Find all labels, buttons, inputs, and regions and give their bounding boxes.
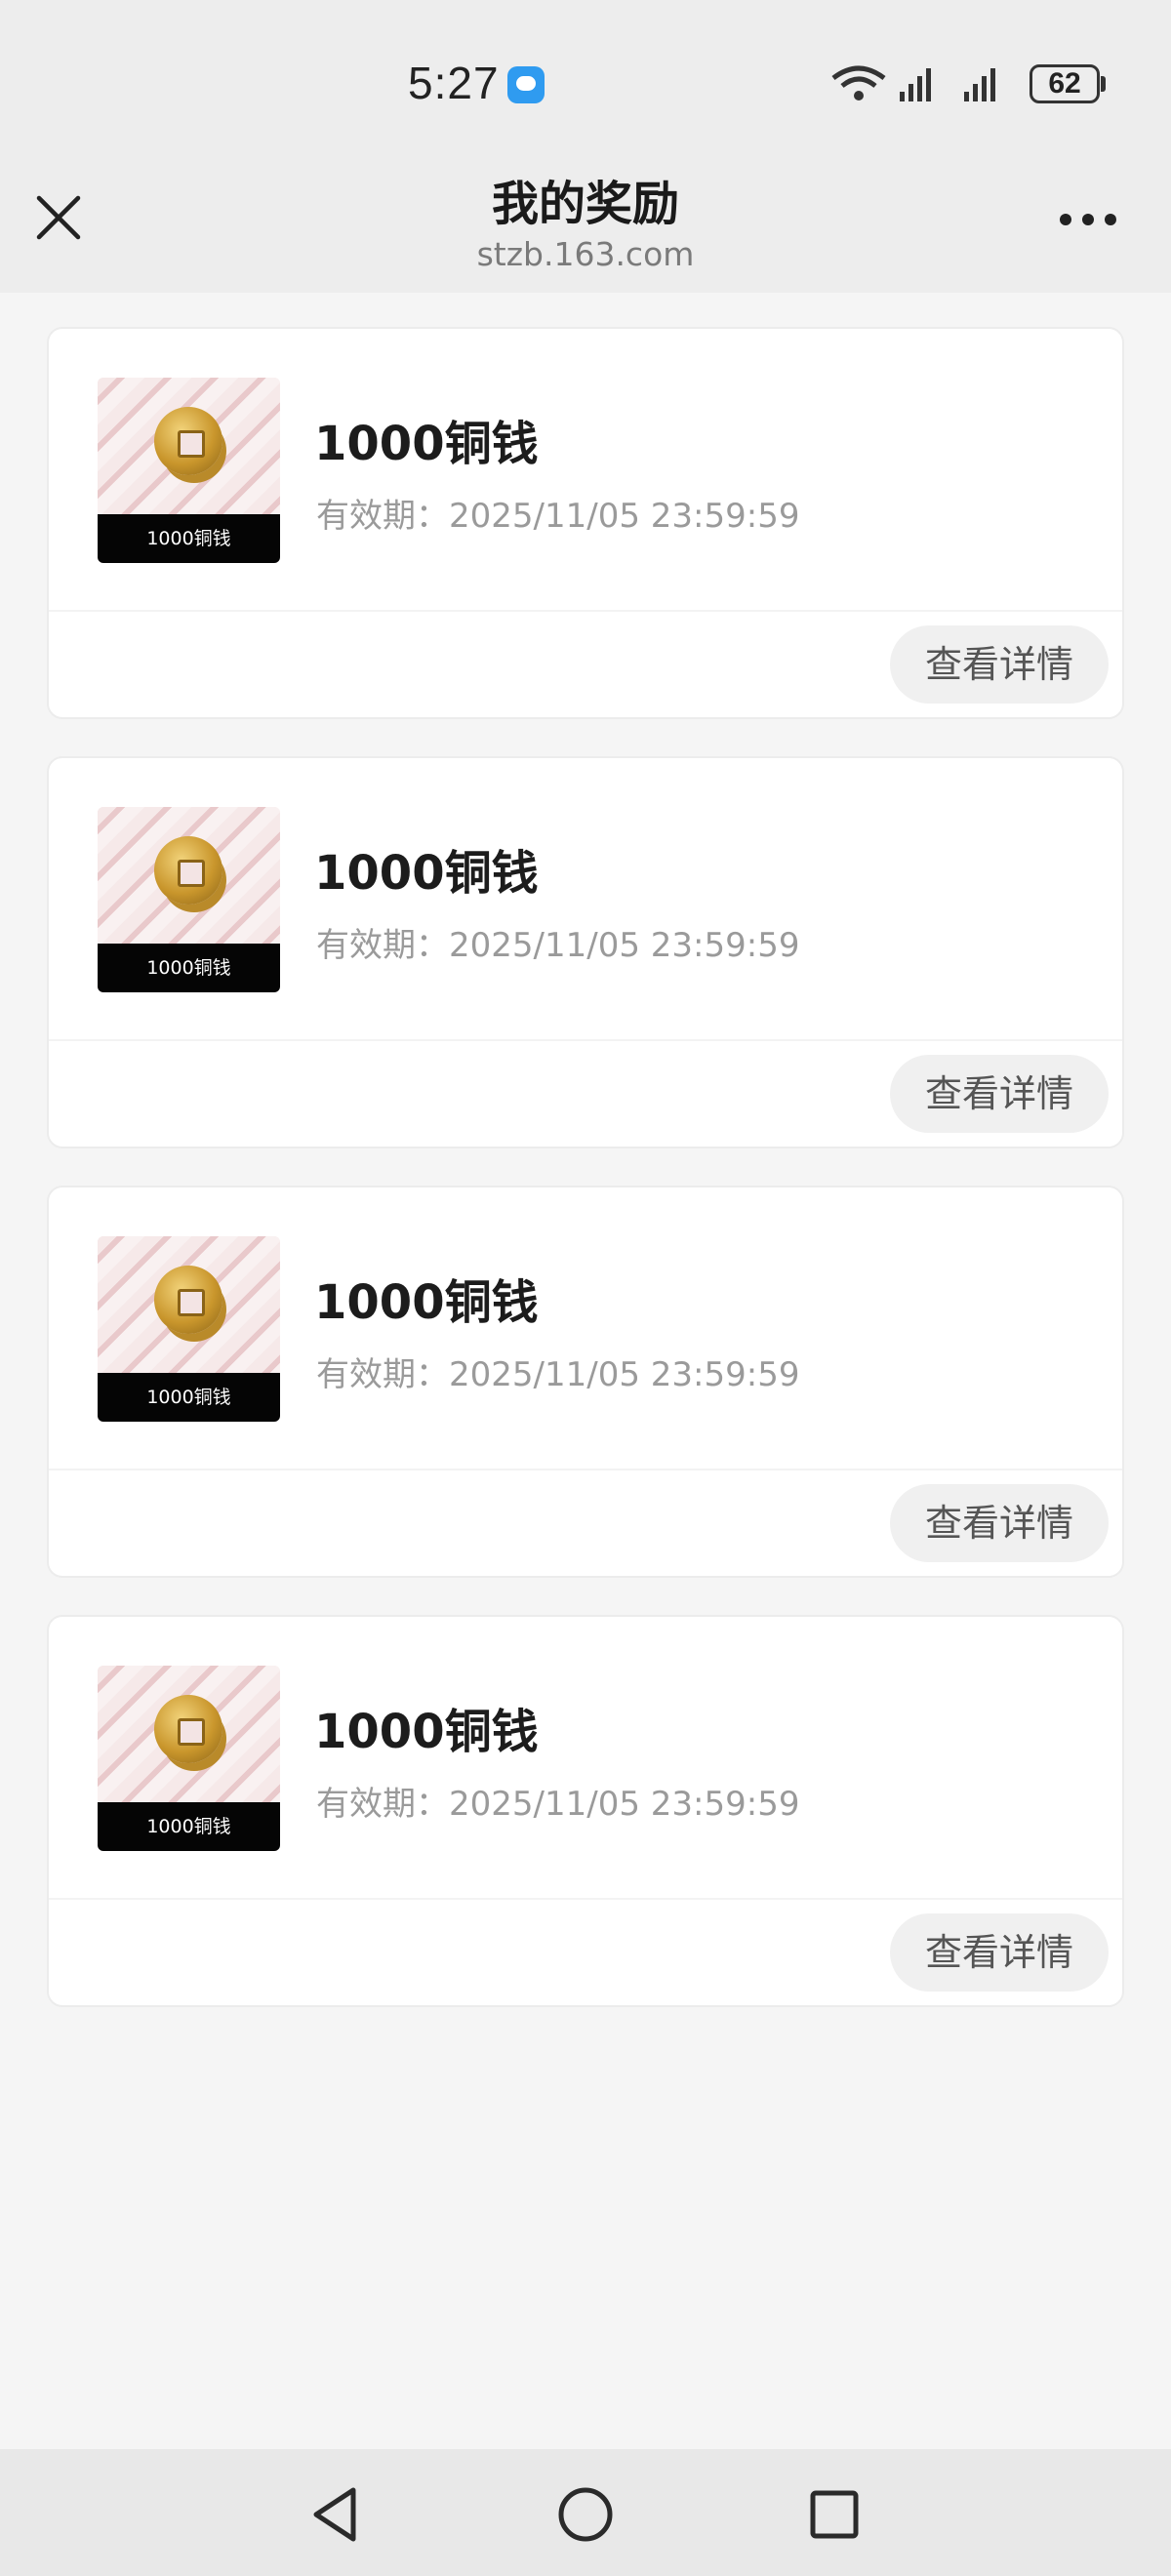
reward-title: 1000铜钱 (314, 1705, 539, 1759)
signal-icons (831, 65, 995, 101)
more-dot (1105, 214, 1116, 225)
reward-thumbnail: 1000铜钱 (98, 807, 280, 992)
card-divider (49, 610, 1122, 612)
reward-expiry: 有效期：2025/11/05 23:59:59 (316, 1355, 800, 1394)
recents-icon[interactable] (800, 2480, 868, 2549)
status-time: 5:27 (408, 58, 500, 108)
message-icon (507, 66, 545, 103)
system-nav-bar (0, 2449, 1171, 2576)
nav-header: 我的奖励 stzb.163.com (0, 161, 1171, 293)
battery-tip (1101, 76, 1106, 92)
wifi-icon (831, 65, 886, 101)
view-details-button[interactable]: 查看详情 (890, 625, 1109, 704)
reward-card: 1000铜钱 1000铜钱 有效期：2025/11/05 23:59:59 查看… (47, 1186, 1124, 1578)
signal-4g-icon (900, 68, 931, 101)
reward-expiry: 有效期：2025/11/05 23:59:59 (316, 926, 800, 965)
card-divider (49, 1039, 1122, 1041)
thumbnail-label: 1000铜钱 (98, 1802, 280, 1851)
home-icon[interactable] (551, 2480, 620, 2549)
view-details-button[interactable]: 查看详情 (890, 1913, 1109, 1992)
thumbnail-label: 1000铜钱 (98, 514, 280, 563)
thumbnail-label: 1000铜钱 (98, 1373, 280, 1422)
page-title: 我的奖励 (491, 177, 679, 231)
thumbnail-label: 1000铜钱 (98, 944, 280, 992)
battery-icon: 62 (1030, 64, 1100, 103)
reward-expiry: 有效期：2025/11/05 23:59:59 (316, 497, 800, 536)
coin-icon (154, 407, 222, 475)
reward-thumbnail: 1000铜钱 (98, 378, 280, 563)
more-dot (1082, 214, 1094, 225)
signal-5g-icon (964, 68, 995, 101)
reward-expiry: 有效期：2025/11/05 23:59:59 (316, 1785, 800, 1824)
reward-list: 1000铜钱 1000铜钱 有效期：2025/11/05 23:59:59 查看… (47, 327, 1124, 2044)
more-icon[interactable] (1054, 200, 1122, 239)
coin-icon (154, 1266, 222, 1334)
more-dot (1060, 214, 1071, 225)
card-divider (49, 1898, 1122, 1900)
reward-title: 1000铜钱 (314, 1275, 539, 1330)
coin-icon (154, 1695, 222, 1763)
view-details-button[interactable]: 查看详情 (890, 1055, 1109, 1133)
reward-title: 1000铜钱 (314, 846, 539, 901)
reward-card: 1000铜钱 1000铜钱 有效期：2025/11/05 23:59:59 查看… (47, 756, 1124, 1148)
reward-title: 1000铜钱 (314, 417, 539, 471)
reward-card: 1000铜钱 1000铜钱 有效期：2025/11/05 23:59:59 查看… (47, 327, 1124, 719)
status-bar: 5:27 62 (0, 0, 1171, 161)
view-details-button[interactable]: 查看详情 (890, 1484, 1109, 1562)
card-divider (49, 1469, 1122, 1470)
page-url: stzb.163.com (476, 235, 695, 273)
back-icon[interactable] (303, 2480, 371, 2549)
reward-thumbnail: 1000铜钱 (98, 1236, 280, 1422)
coin-icon (154, 836, 222, 905)
reward-card: 1000铜钱 1000铜钱 有效期：2025/11/05 23:59:59 查看… (47, 1615, 1124, 2007)
reward-thumbnail: 1000铜钱 (98, 1666, 280, 1851)
